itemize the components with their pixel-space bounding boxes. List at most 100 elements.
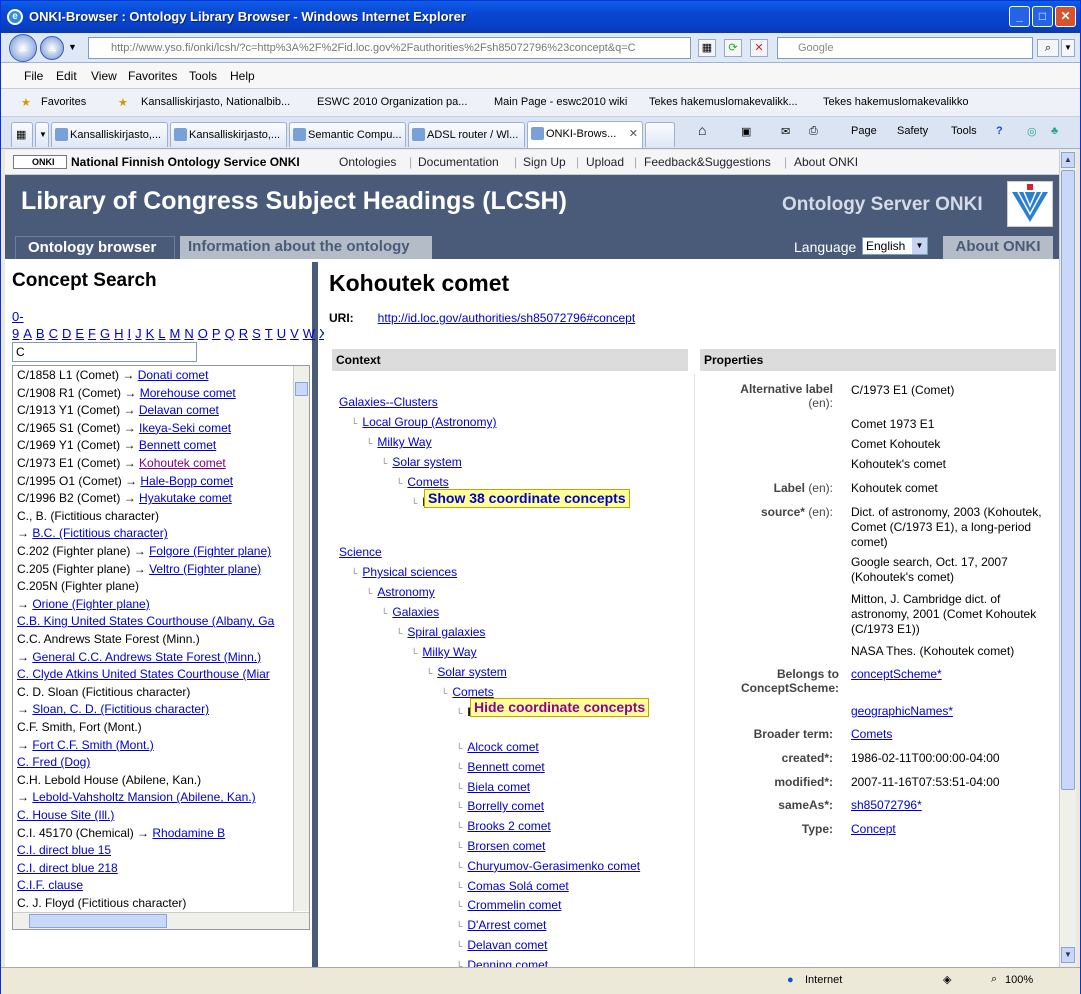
result-link[interactable]: Hale-Bopp comet <box>140 474 233 488</box>
tree-node-label[interactable]: Solar system <box>392 455 461 469</box>
zoom-level[interactable]: 100% <box>1005 974 1033 986</box>
mail-icon[interactable]: ✉ <box>781 125 790 138</box>
result-link[interactable]: B.C. (Fictitious character) <box>32 526 167 540</box>
tree-node[interactable]: └ Crommelin comet <box>456 898 561 912</box>
letter-link[interactable]: W <box>303 326 315 341</box>
nav-ontologies[interactable]: Ontologies <box>339 155 396 169</box>
tree-node[interactable]: └ Comets <box>396 475 449 489</box>
result-link[interactable]: Fort C.F. Smith (Mont.) <box>32 738 153 752</box>
tree-node-label[interactable]: Physical sciences <box>362 565 457 579</box>
fav-link-1[interactable]: Kansalliskirjasto, Nationalbib... <box>141 96 290 108</box>
letter-link[interactable]: L <box>158 326 165 341</box>
result-link[interactable]: C.I. direct blue 218 <box>17 861 118 875</box>
nav-upload[interactable]: Upload <box>586 155 624 169</box>
feeds-icon[interactable]: ▣ <box>741 125 751 138</box>
result-link[interactable]: C.I. direct blue 15 <box>17 843 111 857</box>
tree-node[interactable]: └ Astronomy <box>366 585 435 599</box>
tree-node-label[interactable]: Borrelly comet <box>467 799 544 813</box>
nav-feedback[interactable]: Feedback&Suggestions <box>644 155 771 169</box>
letter-link[interactable]: I <box>128 326 132 341</box>
tree-node-label[interactable]: Galaxies--Clusters <box>339 395 438 409</box>
scrollbar-thumb[interactable] <box>295 382 308 396</box>
result-link[interactable]: Lebold-Vahsholtz Mansion (Abilene, Kan.) <box>32 790 255 804</box>
tree-node-label[interactable]: Comas Solá comet <box>467 879 568 893</box>
result-link[interactable]: C.I.F. clause <box>17 878 83 892</box>
tree-node-label[interactable]: Brooks 2 comet <box>467 819 550 833</box>
letter-link[interactable]: F <box>88 326 96 341</box>
tree-node[interactable]: └ Delavan comet <box>456 938 547 952</box>
letter-link[interactable]: O <box>198 326 208 341</box>
geographicnames-link[interactable]: geographicNames* <box>851 704 953 718</box>
page-vertical-scrollbar[interactable]: ▲ ▼ <box>1059 150 1076 967</box>
tree-node-label[interactable]: Churyumov-Gerasimenko comet <box>467 859 640 873</box>
search-input[interactable]: Google <box>777 37 1033 59</box>
tab-1[interactable]: Kansalliskirjasto,... <box>51 122 168 147</box>
tree-node[interactable]: └ Solar system <box>381 455 462 469</box>
page-menu[interactable]: Page <box>851 125 877 137</box>
letter-link[interactable]: N <box>184 326 193 341</box>
result-link[interactable]: C. Fred (Dog) <box>17 755 90 769</box>
nav-documentation[interactable]: Documentation <box>418 155 499 169</box>
hide-coordinates-button[interactable]: Hide coordinate concepts <box>470 698 650 717</box>
type-link[interactable]: Concept <box>851 822 896 836</box>
tab-4[interactable]: ADSL router / Wl... <box>408 122 525 147</box>
fav-link-4[interactable]: Tekes hakemuslomakevalikk... <box>649 96 798 108</box>
tree-node[interactable]: └ Comas Solá comet <box>456 879 569 893</box>
result-link[interactable]: Orione (Fighter plane) <box>32 597 149 611</box>
letter-link[interactable]: V <box>290 326 299 341</box>
minimize-button[interactable]: _ <box>1009 6 1030 27</box>
concept-uri-link[interactable]: http://id.loc.gov/authorities/sh85072796… <box>378 311 636 325</box>
tree-node-label[interactable]: Solar system <box>437 665 506 679</box>
menu-view[interactable]: View <box>91 69 117 83</box>
close-button[interactable]: ✕ <box>1055 6 1076 27</box>
letter-link[interactable]: P <box>212 326 221 341</box>
tools-menu[interactable]: Tools <box>951 125 977 137</box>
tree-node[interactable]: └ Galaxies <box>381 605 439 619</box>
tree-node-label[interactable]: Delavan comet <box>467 938 547 952</box>
result-link[interactable]: Morehouse comet <box>140 386 236 400</box>
add-favorite-icon[interactable]: ★ <box>118 96 128 109</box>
tree-node-label[interactable]: Comets <box>407 475 448 489</box>
letter-link[interactable]: S <box>252 326 261 341</box>
tab-active[interactable]: ONKI-Brows... ✕ <box>527 121 643 148</box>
address-input[interactable]: http://www.yso.fi/onki/lcsh/?c=http%3A%2… <box>88 37 691 59</box>
letter-link[interactable]: K <box>146 326 155 341</box>
tree-node[interactable]: └ Local Group (Astronomy) <box>351 415 496 429</box>
tree-node[interactable]: └ Milky Way <box>411 645 477 659</box>
tree-node-label[interactable]: Milky Way <box>377 435 431 449</box>
scrollbar-thumb[interactable] <box>29 914 167 928</box>
fav-link-2[interactable]: ESWC 2010 Organization pa... <box>317 96 467 108</box>
protected-mode-icon[interactable]: ◈ <box>943 973 951 986</box>
letter-link[interactable]: B <box>36 326 45 341</box>
tree-node[interactable]: └ Milky Way <box>366 435 432 449</box>
home-icon[interactable]: ⌂ <box>698 122 706 138</box>
compatibility-icon[interactable]: ▦ <box>698 39 716 57</box>
letter-link[interactable]: E <box>75 326 84 341</box>
nav-about-onki[interactable]: About ONKI <box>794 155 858 169</box>
menu-tools[interactable]: Tools <box>189 69 217 83</box>
tree-node[interactable]: └ Borrelly comet <box>456 799 544 813</box>
tree-node-label[interactable]: Alcock comet <box>467 740 538 754</box>
letter-link[interactable]: G <box>100 326 110 341</box>
nav-sign-up[interactable]: Sign Up <box>523 155 566 169</box>
tab-ontology-browser[interactable]: Ontology browser <box>15 236 175 259</box>
onki-logo[interactable]: ONKI <box>13 155 67 169</box>
new-tab-button[interactable] <box>645 122 675 147</box>
sameas-link[interactable]: sh85072796* <box>851 798 922 812</box>
conceptscheme-link[interactable]: conceptScheme* <box>851 667 942 681</box>
menu-help[interactable]: Help <box>230 69 255 83</box>
tree-node[interactable]: └ D'Arrest comet <box>456 918 546 932</box>
result-link[interactable]: C. House Site (Ill.) <box>17 808 114 822</box>
result-link[interactable]: Veltro (Fighter plane) <box>149 562 261 576</box>
tab-2[interactable]: Kansalliskirjasto,... <box>170 122 287 147</box>
tree-node[interactable]: └ Solar system <box>426 665 507 679</box>
broader-term-link[interactable]: Comets <box>851 727 892 741</box>
language-select[interactable]: English ▼ <box>862 237 928 255</box>
tree-node-label[interactable]: D'Arrest comet <box>467 918 546 932</box>
tree-node[interactable]: └ Comets <box>441 685 494 699</box>
result-link[interactable]: Bennett comet <box>139 438 216 452</box>
tree-node-label[interactable]: Astronomy <box>377 585 434 599</box>
scroll-up-icon[interactable]: ▲ <box>1061 152 1075 168</box>
tree-node[interactable]: └ Bennett comet <box>456 760 545 774</box>
letter-link[interactable]: 0-9 <box>12 309 24 341</box>
